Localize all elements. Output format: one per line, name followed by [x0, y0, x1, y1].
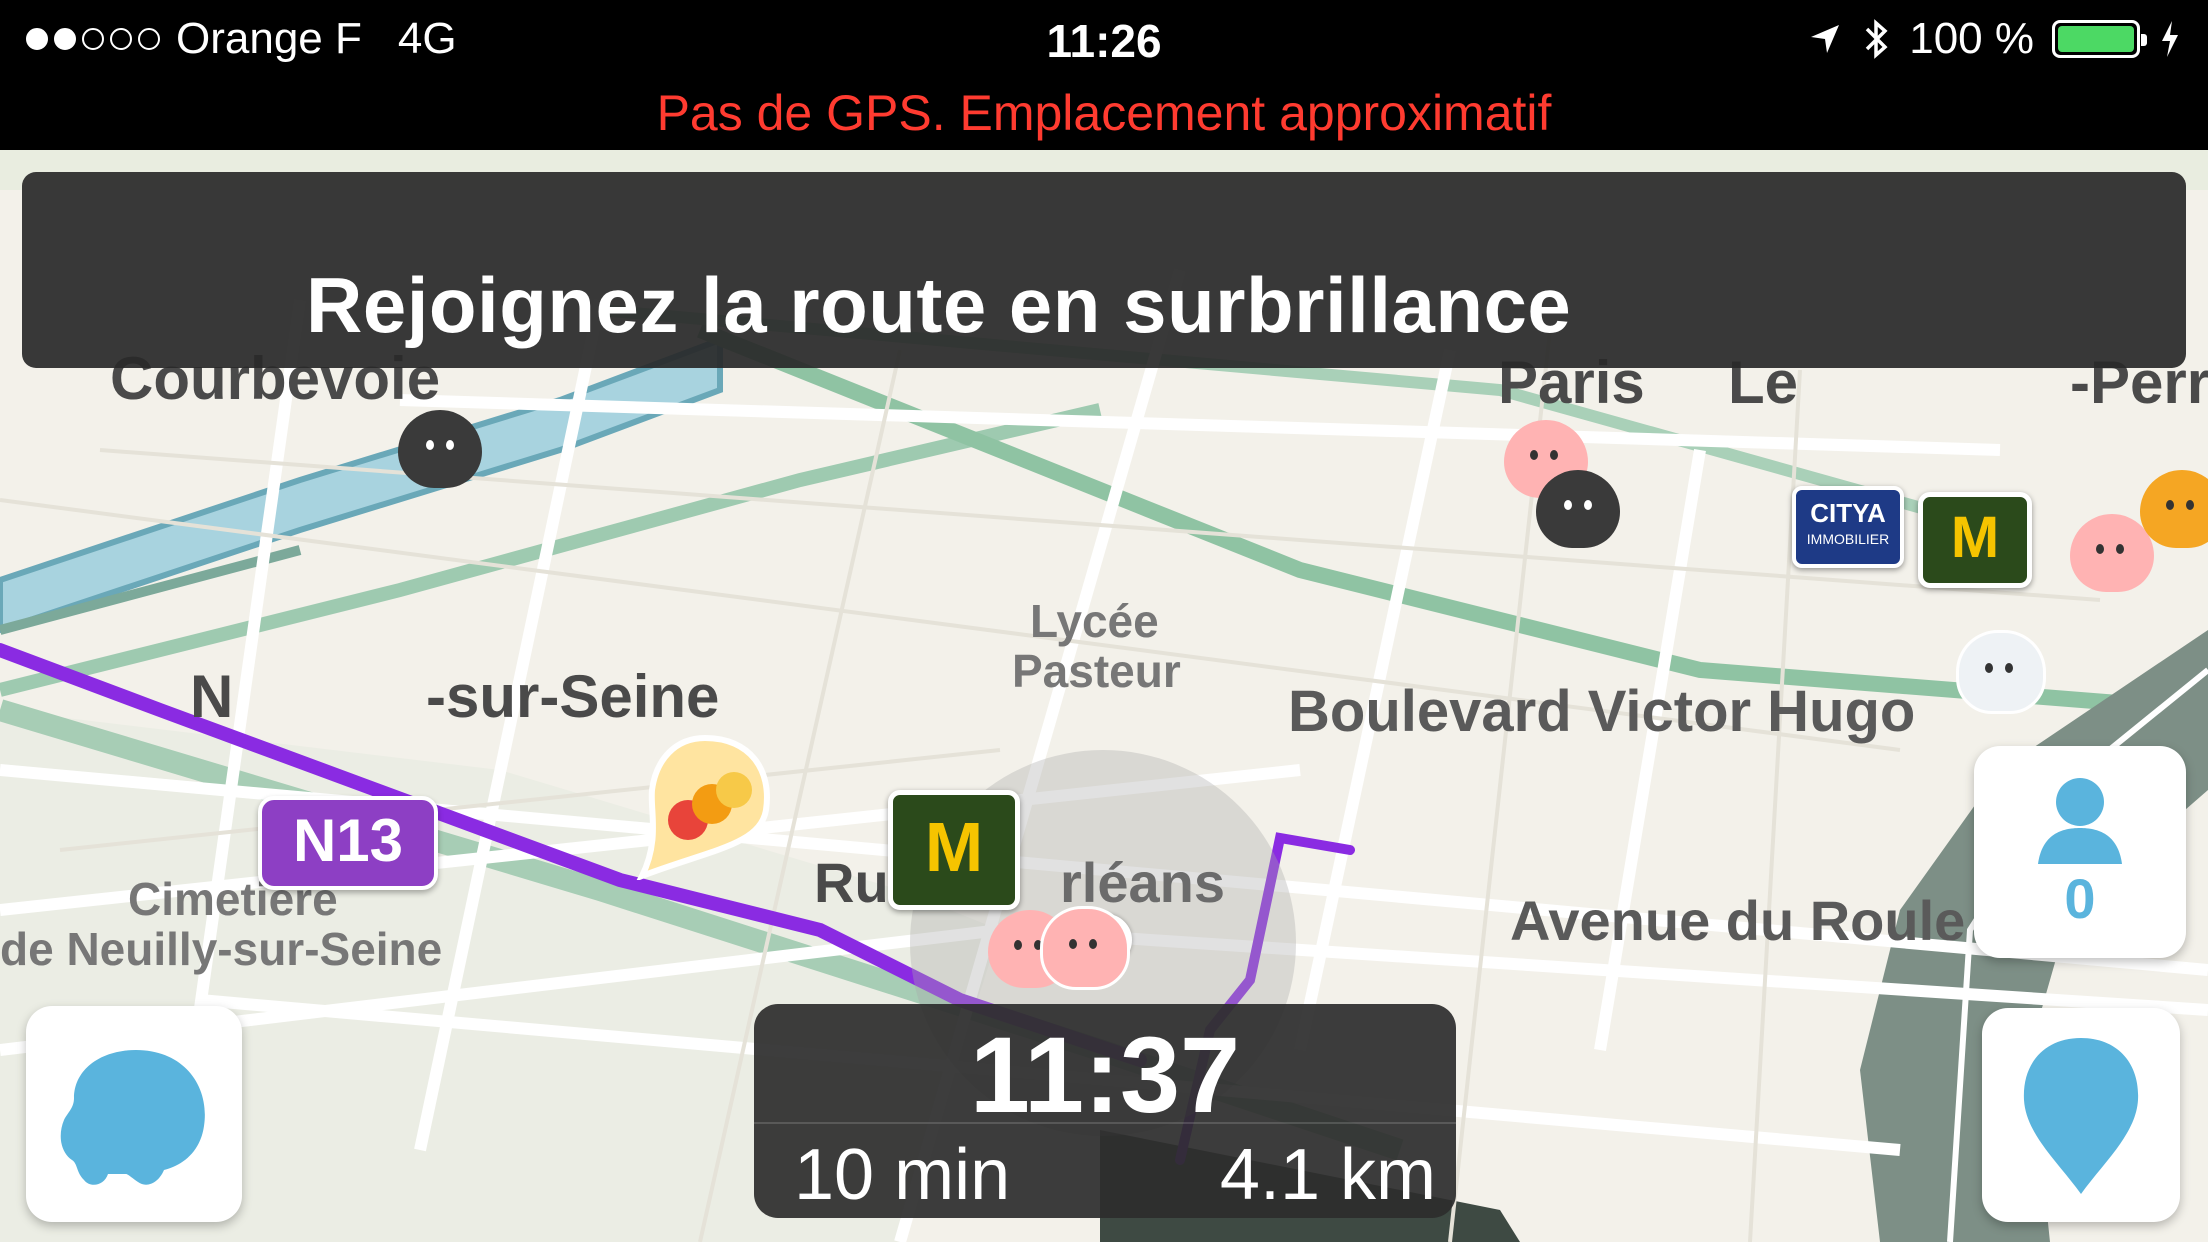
map-label-neuilly-left: N	[190, 663, 234, 730]
search-destination-button[interactable]	[1982, 1008, 2180, 1222]
map-label-neuilly-right: -sur-Seine	[426, 663, 720, 730]
eta-panel[interactable]: 11:37 10 min 4.1 km	[754, 1004, 1456, 1218]
eta-distance: 4.1 km	[1219, 1135, 1436, 1215]
eta-duration: 10 min	[794, 1135, 1011, 1215]
citya-brand: CITYA	[1810, 498, 1886, 528]
eta-divider	[754, 1122, 1456, 1124]
traffic-jam-report-icon[interactable]	[630, 730, 780, 880]
wazer-avatar-ninja-2[interactable]	[1536, 470, 1620, 548]
map-label-boulevard: Boulevard Victor Hugo	[1288, 679, 1916, 744]
map-label-rue-orleans-left: Ru	[814, 851, 889, 914]
waze-menu-button[interactable]	[26, 1006, 242, 1222]
battery-percent: 100 %	[1909, 14, 2034, 63]
location-arrow-icon	[1811, 25, 1840, 53]
map-label-lycee: Lycée	[1030, 595, 1159, 647]
citya-pin[interactable]: CITYA IMMOBILIER	[1792, 486, 1904, 568]
map-pin-icon	[2023, 1038, 2139, 1194]
person-icon	[2038, 778, 2122, 864]
status-bar-right: 100 %	[1807, 14, 2182, 64]
status-bar: Orange F 4G 11:26 100 % Pas de GPS. Empl…	[0, 0, 2208, 150]
mcdonalds-pin-2[interactable]: M	[1918, 492, 2032, 588]
wazer-avatar-ninja[interactable]	[398, 410, 482, 488]
map-label-avenue-roule: Avenue du Roule	[1510, 889, 1966, 952]
instruction-text: Rejoignez la route en surbrillance	[306, 261, 1572, 349]
wazer-avatar-pink-2[interactable]	[2070, 514, 2154, 592]
wazer-icon	[60, 1050, 205, 1185]
bluetooth-icon	[1865, 19, 1888, 59]
battery-icon	[2052, 20, 2147, 58]
map-label-cimetiere-2: de Neuilly-sur-Seine	[0, 923, 443, 975]
online-users-button[interactable]: 0	[1974, 746, 2186, 958]
gps-warning: Pas de GPS. Emplacement approximatif	[656, 85, 1552, 141]
citya-sub: IMMOBILIER	[1806, 531, 1890, 547]
charging-bolt-icon	[2162, 21, 2178, 57]
eta-arrival-time: 11:37	[969, 1014, 1241, 1135]
instruction-banner[interactable]: Rejoignez la route en surbrillance	[22, 172, 2186, 368]
wazer-avatar-baby[interactable]	[1956, 630, 2046, 714]
online-users-count: 0	[2064, 867, 2096, 930]
map-label-pasteur: Pasteur	[1012, 645, 1181, 697]
route-number-badge: N13	[258, 796, 438, 890]
mcdonalds-pin[interactable]: M	[888, 790, 1020, 910]
wazer-avatar-king[interactable]	[1040, 906, 1130, 990]
